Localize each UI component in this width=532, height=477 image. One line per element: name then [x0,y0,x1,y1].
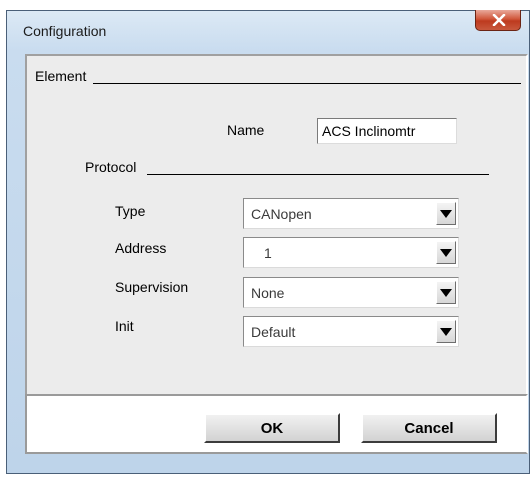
name-input[interactable] [317,118,457,144]
type-combo[interactable]: CANopen [243,198,459,229]
protocol-group-label: Protocol [85,159,138,175]
supervision-label: Supervision [115,279,189,295]
address-dropdown-button[interactable] [436,241,456,264]
init-combo-value: Default [251,324,296,340]
address-combo-value: 1 [264,245,272,261]
dropdown-arrow-icon [440,210,452,218]
address-combo[interactable]: 1 [243,237,459,268]
element-group-divider [93,83,521,84]
dropdown-arrow-icon [440,249,452,257]
supervision-combo[interactable]: None [243,277,459,308]
protocol-group-divider [147,174,489,175]
init-dropdown-button[interactable] [436,320,456,343]
dropdown-arrow-icon [440,328,452,336]
dropdown-arrow-icon [440,289,452,297]
element-group-label: Element [35,68,88,84]
button-bar: OK Cancel [25,394,528,454]
supervision-combo-value: None [251,285,285,301]
type-combo-value: CANopen [251,206,312,222]
supervision-dropdown-button[interactable] [436,281,456,304]
ok-button[interactable]: OK [204,413,340,443]
type-label: Type [115,203,146,219]
dialog-client-area: Element Name Protocol Type CANopen Addre… [25,54,528,396]
window-title: Configuration [23,23,107,39]
cancel-button[interactable]: Cancel [361,413,497,443]
init-combo[interactable]: Default [243,316,459,347]
init-label: Init [115,318,134,334]
close-x-icon [492,14,506,26]
type-dropdown-button[interactable] [436,202,456,225]
name-label: Name [227,122,265,138]
close-button[interactable] [475,10,521,31]
address-label: Address [115,240,167,256]
